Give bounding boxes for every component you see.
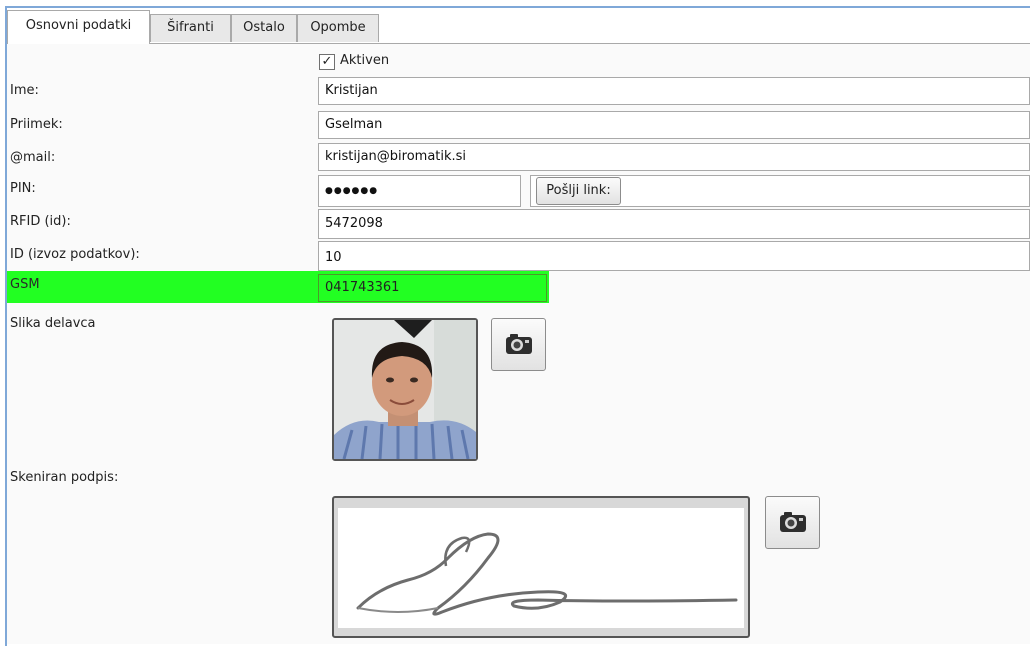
active-checkbox[interactable]: ✓ — [319, 54, 335, 70]
rfid-label: RFID (id): — [10, 214, 71, 229]
tab-opombe[interactable]: Opombe — [297, 14, 379, 42]
signature-label: Skeniran podpis: — [10, 470, 119, 485]
rfid-input[interactable]: 5472098 — [318, 209, 1030, 239]
signature-camera-button[interactable] — [765, 496, 820, 549]
camera-icon — [505, 334, 533, 359]
photo-label: Slika delavca — [10, 316, 96, 331]
gsm-label: GSM — [10, 277, 40, 292]
employee-photo — [332, 318, 478, 461]
email-input[interactable]: kristijan@biromatik.si — [318, 143, 1030, 171]
send-link-button[interactable]: Pošlji link: — [536, 177, 621, 205]
tab-osnovni-podatki[interactable]: Osnovni podatki — [7, 10, 150, 44]
priimek-label: Priimek: — [10, 117, 63, 132]
ime-input[interactable]: Kristijan — [318, 77, 1030, 105]
active-checkbox-label: Aktiven — [340, 53, 390, 68]
tab-ostalo[interactable]: Ostalo — [231, 14, 297, 42]
ime-label: Ime: — [10, 83, 39, 98]
photo-camera-button[interactable] — [491, 318, 546, 371]
export-id-label: ID (izvoz podatkov): — [10, 247, 140, 262]
pin-input[interactable]: ●●●●●● — [318, 175, 521, 207]
email-label: @mail: — [10, 150, 56, 165]
pin-label: PIN: — [10, 181, 36, 196]
export-id-input[interactable]: 10 — [318, 241, 1030, 271]
scanned-signature — [332, 496, 750, 638]
tab-sifranti[interactable]: Šifranti — [150, 14, 231, 42]
priimek-input[interactable]: Gselman — [318, 111, 1030, 139]
gsm-input[interactable]: 041743361 — [318, 274, 547, 302]
camera-icon — [779, 512, 807, 537]
